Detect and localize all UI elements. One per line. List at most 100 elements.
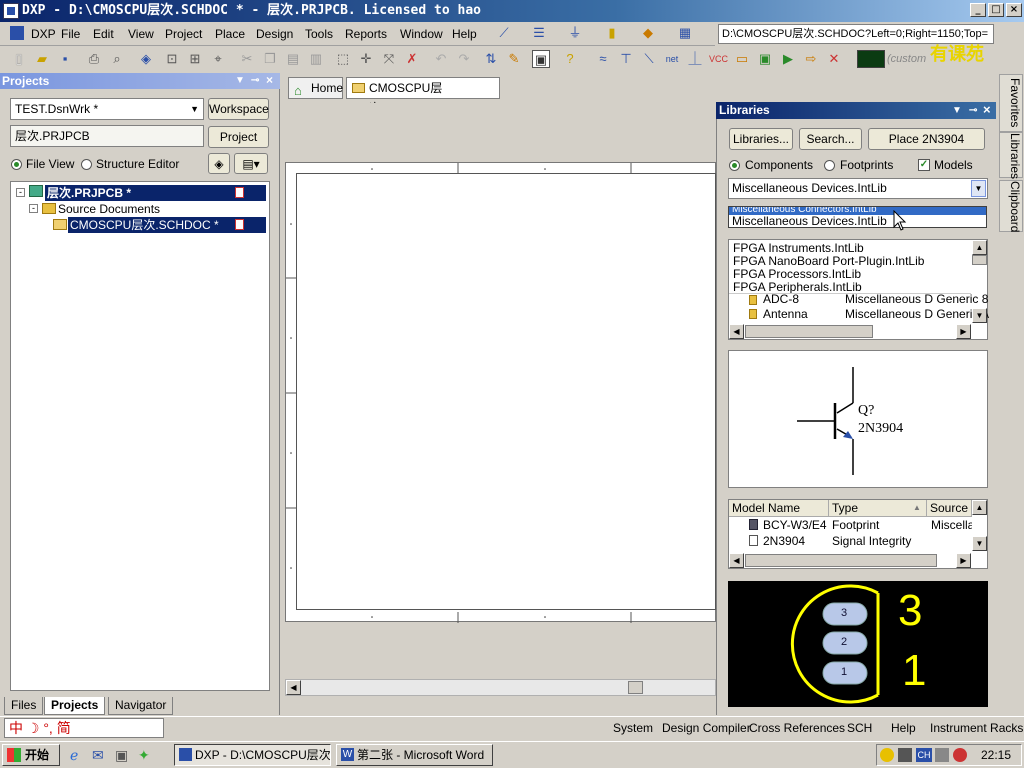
clear-filter-icon[interactable]: ✗	[403, 50, 421, 68]
close-button[interactable]: ×	[1006, 3, 1022, 17]
menu-dxp[interactable]: DXP	[31, 27, 56, 41]
chevron-down-icon[interactable]: ▼	[971, 180, 986, 197]
component-row-name[interactable]: ADC-8	[763, 293, 799, 306]
redo-icon[interactable]: ↷	[455, 50, 473, 68]
language-indicator[interactable]: CH	[916, 748, 932, 762]
library-select[interactable]: Miscellaneous Devices.IntLib ▼	[728, 178, 988, 199]
taskbar-item-dxp[interactable]: DXP - D:\CMOSCPU层次....	[174, 744, 331, 766]
panel-menu-icon[interactable]: ▼	[235, 73, 245, 89]
desktop-icon[interactable]: ▣	[115, 747, 128, 764]
power-port-icon[interactable]: ⏊	[686, 50, 704, 68]
column-header-model-name[interactable]: Model Name	[729, 500, 829, 517]
scroll-up-icon[interactable]: ▲	[972, 240, 987, 255]
tree-item-schdoc[interactable]: CMOSCPU层次.SCHDOC *	[68, 217, 266, 233]
menu-window[interactable]: Window	[400, 27, 443, 41]
help-icon[interactable]: ?	[561, 50, 579, 68]
tray-icon[interactable]	[880, 748, 894, 762]
tab-home[interactable]: ⌂ Home	[288, 77, 343, 99]
browse-library-icon[interactable]: ▣	[532, 50, 550, 68]
tree-item-source-documents[interactable]: Source Documents	[58, 201, 160, 217]
ie-icon[interactable]: ℯ	[70, 747, 78, 764]
move-icon[interactable]: ✛	[357, 50, 375, 68]
status-cross-references[interactable]: Cross References	[749, 721, 845, 735]
copy-icon[interactable]: ❐	[261, 50, 279, 68]
footprints-radio[interactable]	[824, 160, 835, 171]
project-field[interactable]: 层次.PRJPCB	[10, 125, 204, 147]
resistor-icon[interactable]: ▮	[603, 24, 621, 42]
scroll-down-icon[interactable]: ▼	[972, 536, 987, 551]
ime-toolbar[interactable]: 中 ☽ °, 简	[4, 718, 164, 738]
components-radio[interactable]	[729, 160, 740, 171]
side-tab-clipboard[interactable]: Clipboard	[999, 180, 1023, 232]
diamond-icon[interactable]: ◆	[639, 24, 657, 42]
status-sch[interactable]: SCH	[847, 721, 872, 735]
hierarchy-icon[interactable]: ⇅	[482, 50, 500, 68]
menu-help[interactable]: Help	[452, 27, 477, 41]
vcc-icon[interactable]: VCC	[709, 50, 728, 68]
workspace-button[interactable]: Workspace	[208, 98, 269, 120]
port-icon[interactable]: ⇨	[802, 50, 820, 68]
scroll-up-icon[interactable]: ▲	[972, 500, 987, 515]
zoom-area-icon[interactable]: ⊞	[186, 50, 204, 68]
undo-icon[interactable]: ↶	[432, 50, 450, 68]
bus-icon[interactable]: ☰	[530, 24, 548, 42]
cross-probe-icon[interactable]: ✎	[505, 50, 523, 68]
antivirus-icon[interactable]	[953, 748, 967, 762]
structure-editor-radio[interactable]	[81, 159, 92, 170]
status-instrument-racks[interactable]: Instrument Racks	[930, 721, 1023, 735]
side-tab-libraries[interactable]: Libraries	[999, 132, 1023, 179]
menu-edit[interactable]: Edit	[93, 27, 114, 41]
network-icon[interactable]	[898, 748, 912, 762]
panel-close-icon[interactable]: ×	[266, 72, 273, 88]
net-label-icon[interactable]: net	[663, 50, 681, 68]
collapse-folder-icon[interactable]: -	[29, 204, 38, 213]
scroll-left-icon[interactable]: ◀	[729, 553, 744, 568]
menu-view[interactable]: View	[128, 27, 154, 41]
grid-icon[interactable]: ▦	[676, 24, 694, 42]
models-checkbox[interactable]: ✓	[918, 159, 930, 171]
scroll-thumb[interactable]	[972, 255, 987, 265]
zoom-fit-icon[interactable]: ⊡	[163, 50, 181, 68]
column-header-type[interactable]: Type ▲	[829, 500, 927, 517]
sheet-symbol-icon[interactable]: ▣	[756, 50, 774, 68]
print-icon[interactable]: ⎙	[85, 50, 103, 68]
scroll-right-icon[interactable]: ▶	[956, 324, 971, 339]
menu-place[interactable]: Place	[215, 27, 245, 41]
menu-tools[interactable]: Tools	[305, 27, 333, 41]
dropdown-option-devices[interactable]: Miscellaneous Devices.IntLib	[732, 215, 887, 228]
rubber-stamp-icon[interactable]: ▥	[307, 50, 325, 68]
tab-projects[interactable]: Projects	[44, 697, 106, 715]
panel-menu-icon[interactable]: ▼	[952, 102, 962, 119]
start-button[interactable]: 开始	[2, 744, 60, 766]
status-system[interactable]: System	[613, 721, 653, 735]
menu-file[interactable]: File	[61, 27, 80, 41]
scroll-thumb[interactable]	[745, 325, 873, 338]
part-icon[interactable]: ▭	[733, 50, 751, 68]
menu-reports[interactable]: Reports	[345, 27, 387, 41]
zoom-select-icon[interactable]: ⌖	[209, 50, 227, 68]
scroll-thumb[interactable]	[745, 554, 937, 567]
place-wire-icon[interactable]: ≈	[594, 50, 612, 68]
column-header-source[interactable]: Source	[927, 500, 972, 517]
place-component-button[interactable]: Place 2N3904	[868, 128, 985, 150]
outlook-icon[interactable]: ✉	[92, 747, 104, 764]
menu-design[interactable]: Design	[256, 27, 293, 41]
file-view-radio[interactable]	[11, 159, 22, 170]
new-file-icon[interactable]: ▯	[10, 50, 28, 68]
status-help[interactable]: Help	[891, 721, 916, 735]
side-tab-favorites[interactable]: Favorites	[999, 74, 1023, 132]
open-folder-icon[interactable]: ▰	[33, 50, 51, 68]
libraries-button[interactable]: Libraries...	[729, 128, 793, 150]
select-area-icon[interactable]: ⬚	[334, 50, 352, 68]
compile-icon[interactable]: ◈	[208, 153, 230, 174]
scroll-down-icon[interactable]: ▼	[972, 308, 987, 323]
table-row-name[interactable]: BCY-W3/E4	[763, 518, 827, 533]
scroll-thumb[interactable]	[628, 681, 643, 694]
tree-item-project[interactable]: 层次.PRJPCB *	[45, 185, 266, 201]
tab-files[interactable]: Files	[4, 697, 44, 715]
bus-entry-icon[interactable]: ⟍	[640, 50, 658, 68]
status-design-compiler[interactable]: Design Compiler	[662, 721, 751, 735]
sheet-entry-icon[interactable]: ▶	[779, 50, 797, 68]
panel-pin-icon[interactable]: ⊸	[969, 102, 977, 119]
minimize-button[interactable]: _	[970, 3, 986, 17]
